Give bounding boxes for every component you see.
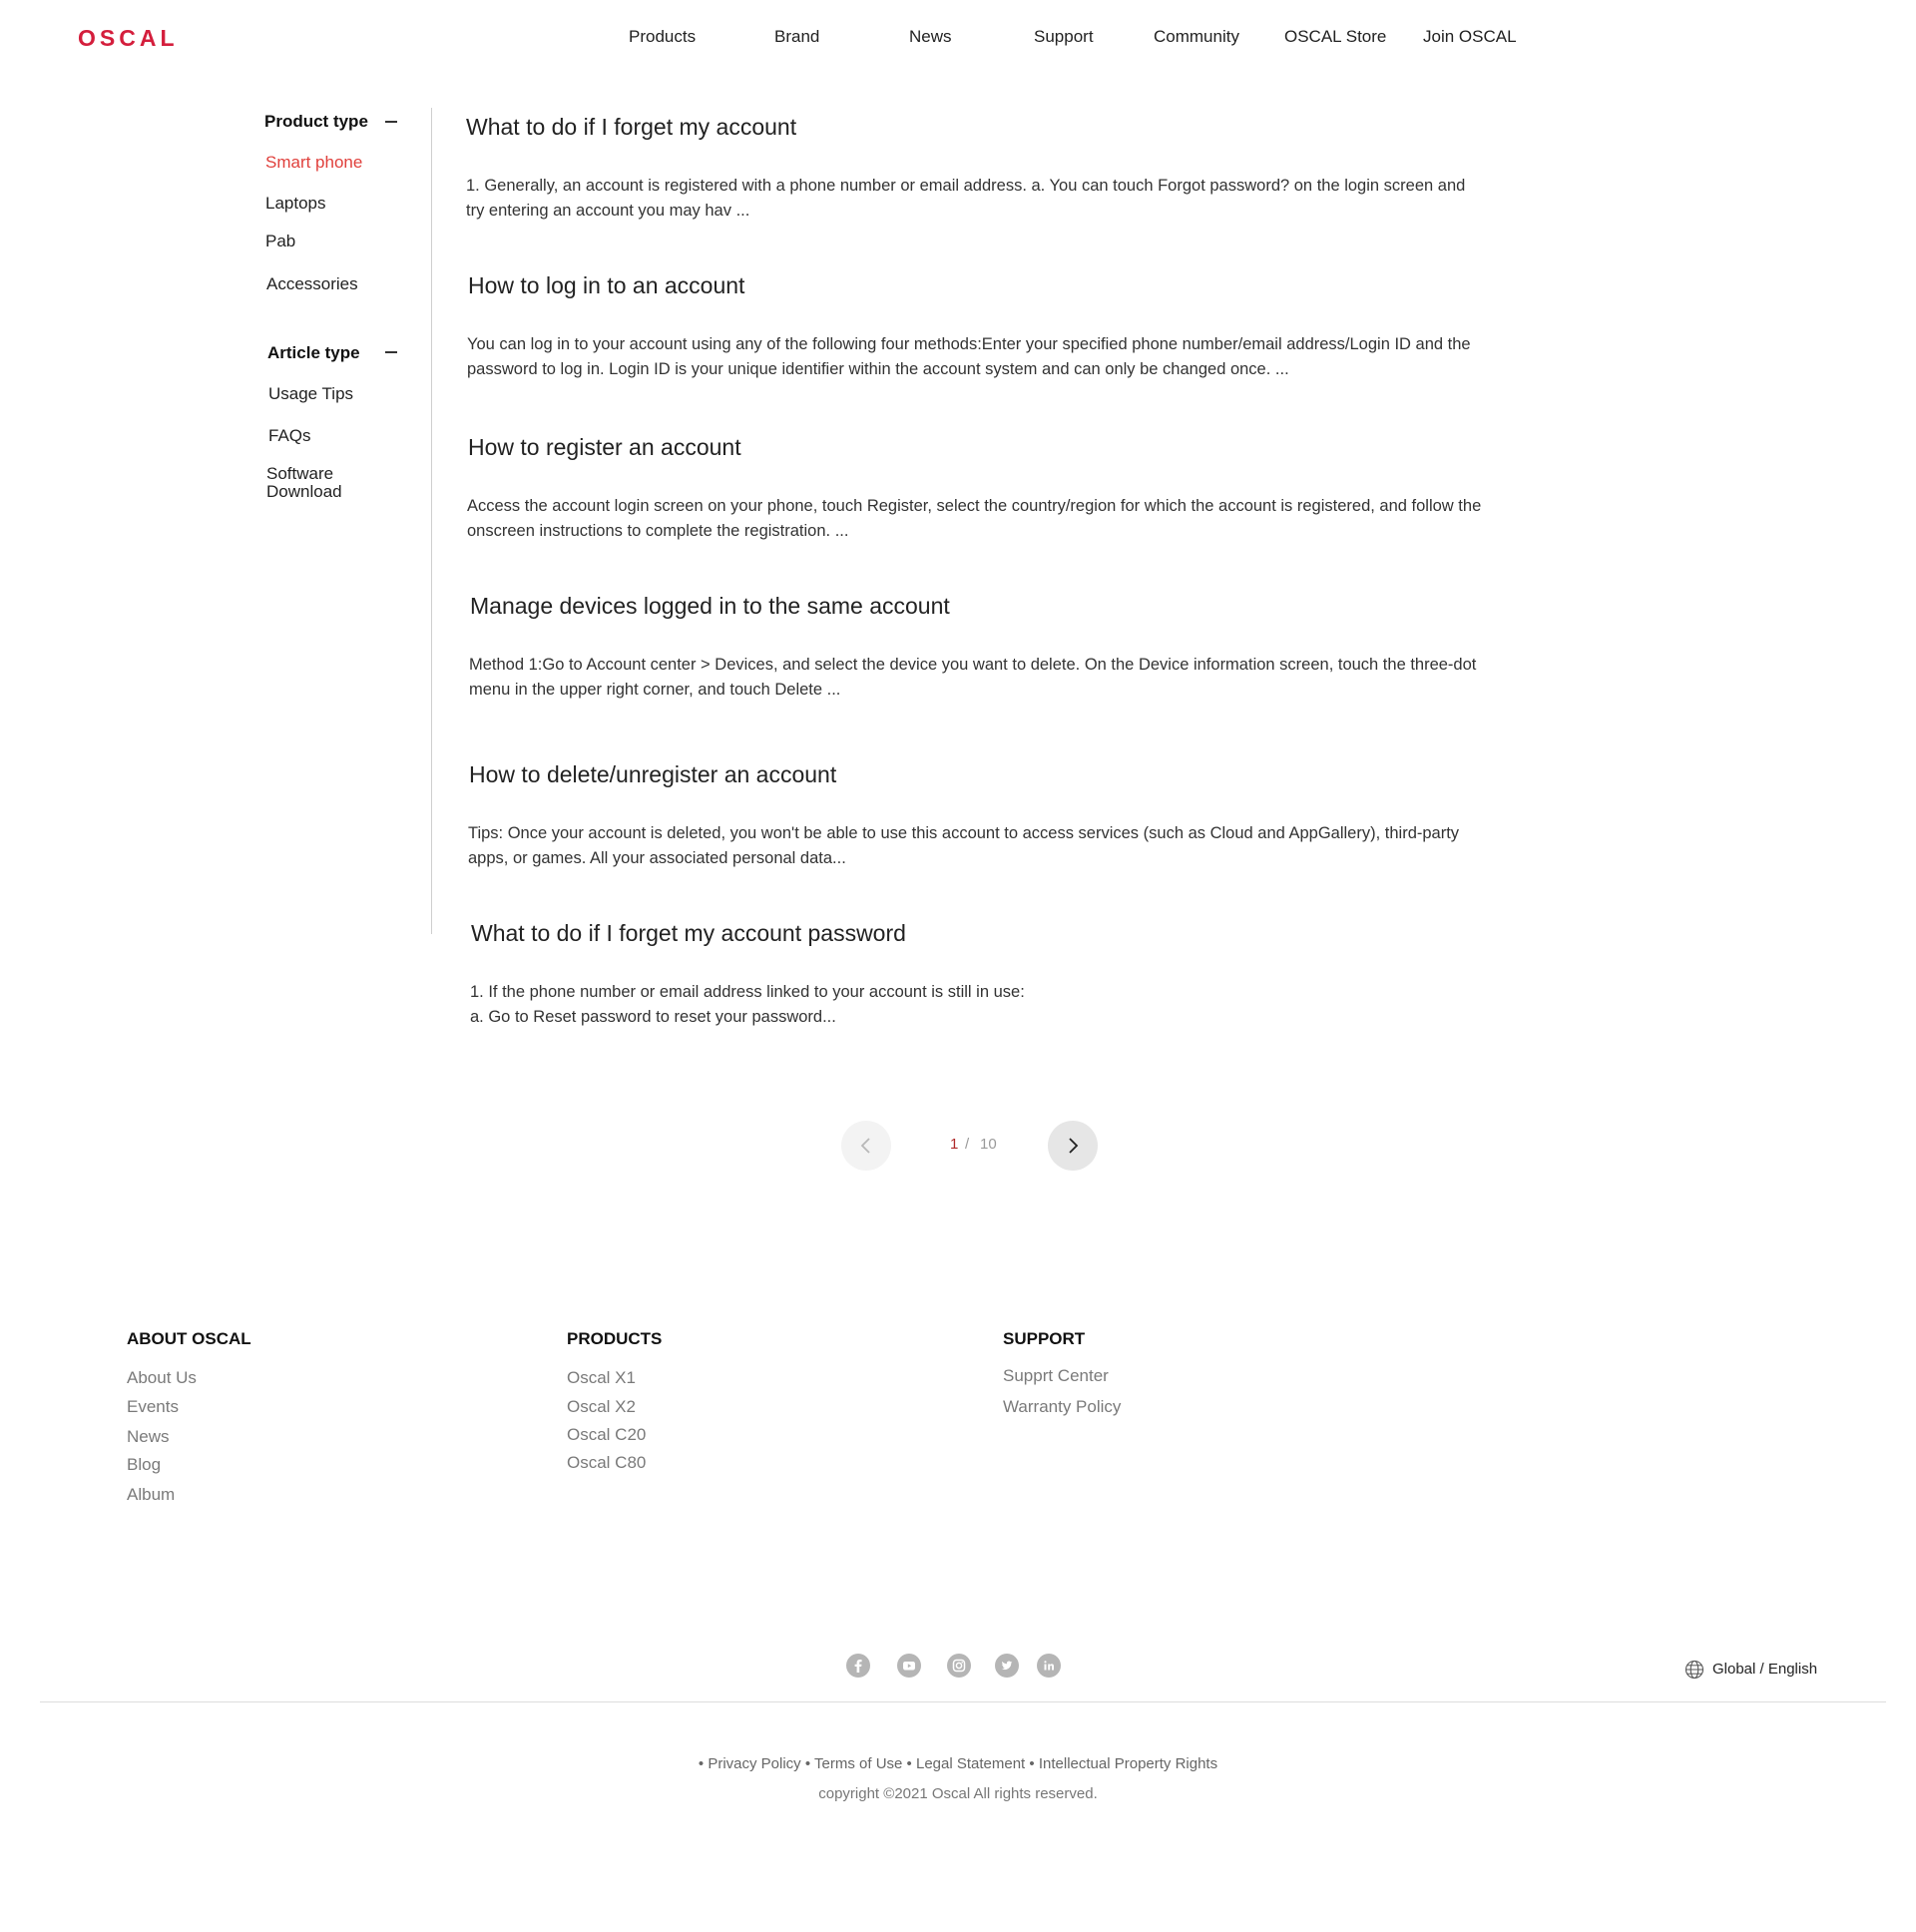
article-title[interactable]: How to log in to an account xyxy=(468,272,744,299)
sidebar-item-pab[interactable]: Pab xyxy=(265,233,295,250)
page-separator: / xyxy=(965,1136,970,1153)
legal-bullet: • xyxy=(804,1755,811,1772)
footer-link-events[interactable]: Events xyxy=(127,1397,179,1417)
language-label: Global / English xyxy=(1712,1661,1818,1678)
collapse-article-type-icon[interactable] xyxy=(385,351,397,353)
footer-support-heading: SUPPORT xyxy=(1003,1329,1086,1348)
article-excerpt-line: a. Go to Reset password to reset your pa… xyxy=(470,1008,836,1026)
article-type-heading[interactable]: Article type xyxy=(267,343,360,363)
footer-link-about-us[interactable]: About Us xyxy=(127,1368,197,1388)
footer-about-heading: ABOUT OSCAL xyxy=(127,1329,251,1348)
legal-links: • Privacy Policy • Terms of Use • Legal … xyxy=(0,1755,1916,1772)
chevron-left-icon xyxy=(860,1138,870,1154)
nav-brand[interactable]: Brand xyxy=(774,27,819,47)
article-excerpt: Tips: Once your account is deleted, you … xyxy=(468,824,1460,867)
sidebar-divider xyxy=(431,108,432,934)
article-title[interactable]: How to register an account xyxy=(468,434,741,461)
article-excerpt: You can log in to your account using any… xyxy=(467,335,1471,378)
article-excerpt: 1. Generally, an account is registered w… xyxy=(466,177,1466,220)
legal-bullet: • xyxy=(698,1755,705,1772)
footer-divider xyxy=(40,1701,1886,1702)
legal-bullet: • xyxy=(906,1755,912,1772)
footer-link-album[interactable]: Album xyxy=(127,1485,175,1505)
article-excerpt: Method 1:Go to Account center > Devices,… xyxy=(469,656,1477,699)
sidebar-item-accessories[interactable]: Accessories xyxy=(266,275,358,293)
logo-text: OSCAL xyxy=(78,26,179,50)
article-title[interactable]: What to do if I forget my account xyxy=(466,114,796,141)
intellectual-property-link[interactable]: Intellectual Property Rights xyxy=(1039,1755,1217,1772)
sidebar-item-smart-phone[interactable]: Smart phone xyxy=(265,154,362,172)
youtube-icon[interactable] xyxy=(897,1654,921,1678)
current-page: 1 xyxy=(950,1136,959,1153)
total-pages: 10 xyxy=(980,1136,997,1153)
globe-icon xyxy=(1684,1660,1704,1680)
sidebar-item-software-download[interactable]: Software Download xyxy=(266,465,356,501)
linkedin-icon[interactable] xyxy=(1037,1654,1061,1678)
privacy-policy-link[interactable]: Privacy Policy xyxy=(708,1755,800,1772)
footer-link-warranty-policy[interactable]: Warranty Policy xyxy=(1003,1397,1121,1417)
sidebar-item-usage-tips[interactable]: Usage Tips xyxy=(268,385,353,403)
instagram-icon[interactable] xyxy=(947,1654,971,1678)
footer-link-news[interactable]: News xyxy=(127,1427,170,1447)
sidebar-item-faqs[interactable]: FAQs xyxy=(268,427,311,445)
footer-link-oscal-c20[interactable]: Oscal C20 xyxy=(567,1425,646,1445)
footer-link-oscal-x2[interactable]: Oscal X2 xyxy=(567,1397,636,1417)
copyright: copyright ©2021 Oscal All rights reserve… xyxy=(818,1785,1098,1802)
footer-link-blog[interactable]: Blog xyxy=(127,1455,161,1475)
twitter-icon[interactable] xyxy=(995,1654,1019,1678)
article-title[interactable]: Manage devices logged in to the same acc… xyxy=(470,593,950,620)
legal-statement-link[interactable]: Legal Statement xyxy=(916,1755,1025,1772)
prev-page-button[interactable] xyxy=(841,1121,891,1171)
nav-products[interactable]: Products xyxy=(629,27,696,47)
nav-community[interactable]: Community xyxy=(1154,27,1239,47)
footer-products-heading: PRODUCTS xyxy=(567,1329,663,1348)
nav-join-oscal[interactable]: Join OSCAL xyxy=(1423,27,1517,47)
facebook-icon[interactable] xyxy=(846,1654,870,1678)
product-type-heading[interactable]: Product type xyxy=(264,112,368,132)
article-excerpt-line: 1. If the phone number or email address … xyxy=(470,983,1025,1001)
next-page-button[interactable] xyxy=(1048,1121,1098,1171)
article-excerpt: Access the account login screen on your … xyxy=(467,497,1482,540)
footer-link-oscal-x1[interactable]: Oscal X1 xyxy=(567,1368,636,1388)
nav-news[interactable]: News xyxy=(909,27,952,47)
nav-oscal-store[interactable]: OSCAL Store xyxy=(1284,27,1386,47)
article-title[interactable]: How to delete/unregister an account xyxy=(469,761,836,788)
footer-link-support-center[interactable]: Supprt Center xyxy=(1003,1366,1109,1386)
article-title[interactable]: What to do if I forget my account passwo… xyxy=(471,920,906,947)
oscal-logo[interactable]: OSCAL xyxy=(78,25,182,51)
footer-link-oscal-c80[interactable]: Oscal C80 xyxy=(567,1453,646,1473)
sidebar-item-laptops[interactable]: Laptops xyxy=(265,195,326,213)
nav-support[interactable]: Support xyxy=(1034,27,1094,47)
collapse-product-type-icon[interactable] xyxy=(385,121,397,123)
terms-of-use-link[interactable]: Terms of Use xyxy=(814,1755,902,1772)
legal-bullet: • xyxy=(1029,1755,1035,1772)
article-excerpt: 1. If the phone number or email address … xyxy=(470,980,1488,1030)
chevron-right-icon xyxy=(1069,1138,1079,1154)
